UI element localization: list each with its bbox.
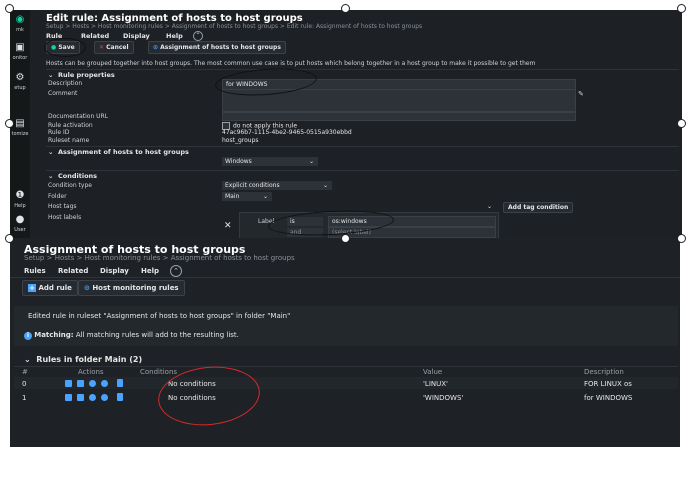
column-description: Description (584, 368, 624, 376)
help-icon: ❶ (15, 190, 25, 201)
menu-related[interactable]: Related (81, 32, 109, 40)
condition-type-label: Condition type (48, 182, 92, 189)
sidebar-item-help[interactable]: ❶ Help (10, 190, 30, 209)
customize-icon: ▤ (15, 118, 25, 129)
matching-info: i Matching: All matching rules will add … (24, 331, 239, 340)
section-rule-properties[interactable]: ⌄ Rule properties (48, 71, 115, 79)
close-icon: ✕ (99, 44, 105, 51)
selection-handle[interactable] (341, 234, 350, 243)
column-value: Value (423, 368, 443, 376)
section-assignment[interactable]: ⌄ Assignment of hosts to host groups (48, 148, 189, 156)
column-index: # (22, 368, 28, 376)
column-conditions: Conditions (140, 368, 178, 376)
selection-handle[interactable] (677, 234, 686, 243)
breadcrumb[interactable]: Setup > Hosts > Host monitoring rules > … (46, 23, 422, 30)
menu-help[interactable]: Help (166, 32, 183, 40)
divider (46, 69, 679, 70)
documentation-url-input[interactable] (222, 112, 576, 121)
clone-icon[interactable] (77, 380, 84, 387)
delete-icon[interactable] (117, 393, 123, 401)
section-conditions[interactable]: ⌄ Conditions (48, 172, 97, 180)
remove-label-icon[interactable]: ✕ (224, 221, 232, 231)
edit-icon[interactable] (65, 394, 72, 401)
toggle-icon[interactable] (101, 394, 108, 401)
menu-related[interactable]: Related (58, 267, 88, 275)
chevron-down-icon: ⌄ (322, 182, 328, 189)
folder-label: Folder (48, 193, 67, 200)
host-tags-label: Host tags (48, 203, 77, 210)
signature-icon[interactable]: ✎ (578, 90, 584, 98)
annotation-circle-save (44, 38, 86, 57)
monitor-icon: ▣ (15, 42, 25, 53)
chevron-down-icon: ⌄ (262, 193, 268, 200)
row-value: 'LINUX' (423, 380, 448, 388)
success-message: Edited rule in ruleset "Assignment of ho… (28, 312, 291, 320)
row-index: 0 (22, 380, 27, 388)
move-icon[interactable] (89, 380, 96, 387)
folder-select[interactable]: Main ⌄ (222, 192, 272, 201)
logo[interactable]: ◉ mk (10, 14, 30, 33)
documentation-url-label: Documentation URL (48, 113, 109, 120)
menu-collapse-icon[interactable]: ⌃ (193, 31, 203, 41)
table-row (14, 377, 678, 389)
host-monitoring-rules-button[interactable]: ⊙ Host monitoring rules (78, 280, 185, 296)
menu-collapse-icon[interactable]: ⌃ (170, 265, 182, 277)
menu-help[interactable]: Help (141, 267, 159, 275)
menu-rules[interactable]: Rules (24, 267, 46, 275)
menu-display[interactable]: Display (100, 267, 129, 275)
selection-handle[interactable] (677, 4, 686, 13)
description-label: Description (48, 80, 83, 87)
table-row (14, 391, 678, 403)
overview-breadcrumb[interactable]: Setup > Hosts > Host monitoring rules > … (24, 254, 295, 262)
selection-handle[interactable] (677, 119, 686, 128)
user-icon: ● (15, 214, 25, 225)
rule-id-label: Rule ID (48, 129, 70, 136)
heading-divider (14, 366, 678, 367)
folder-heading[interactable]: ⌄ Rules in folder Main (2) (24, 355, 142, 364)
gear-icon: ⚙ (15, 72, 25, 83)
move-icon[interactable] (89, 394, 96, 401)
assignment-link-button[interactable]: ⊙ Assignment of hosts to host groups (148, 41, 286, 54)
delete-icon[interactable] (117, 379, 123, 387)
cancel-button[interactable]: ✕ Cancel (94, 41, 134, 54)
row-description: for WINDOWS (584, 394, 633, 402)
ruleset-name-label: Ruleset name (48, 137, 90, 144)
menu-display[interactable]: Display (123, 32, 150, 40)
selection-handle[interactable] (5, 119, 14, 128)
sidebar-item-setup[interactable]: ⚙ etup (10, 72, 30, 91)
toolbar-divider (10, 277, 680, 278)
ruleset-name-value: host_groups (222, 137, 259, 144)
add-icon: + (28, 284, 36, 292)
host-group-select[interactable]: Windows ⌄ (222, 157, 318, 166)
condition-type-select[interactable]: Explicit conditions ⌄ (222, 181, 332, 190)
add-rule-button[interactable]: + Add rule (22, 280, 78, 296)
row-index: 1 (22, 394, 27, 402)
rule-id-value: 47ac96b7-1115-4be2-9465-0515a930ebbd (222, 129, 352, 136)
sidebar-item-user[interactable]: ● User (10, 214, 30, 233)
row-description: FOR LINUX os (584, 380, 632, 388)
host-labels-label: Host labels (48, 214, 82, 221)
selection-handle[interactable] (5, 4, 14, 13)
chevron-down-icon: ⌄ (308, 158, 314, 165)
add-tag-condition-button[interactable]: Add tag condition (503, 202, 574, 213)
edit-icon[interactable] (65, 380, 72, 387)
chevron-down-icon: ⌄ (486, 203, 492, 210)
divider (46, 146, 679, 147)
ruleset-icon: ⊙ (84, 284, 90, 292)
selection-handle[interactable] (5, 234, 14, 243)
intro-text: Hosts can be grouped together into host … (46, 60, 536, 67)
toggle-icon[interactable] (101, 380, 108, 387)
selection-handle[interactable] (341, 4, 350, 13)
ruleset-icon: ⊙ (153, 44, 159, 51)
rule-activation-label: Rule activation (48, 122, 93, 129)
comment-label: Comment (48, 90, 78, 97)
column-actions: Actions (78, 368, 104, 376)
info-icon: i (24, 332, 32, 340)
sidebar-item-monitor[interactable]: ▣ onitor (10, 42, 30, 61)
clone-icon[interactable] (77, 394, 84, 401)
checkmk-logo-icon: ◉ (15, 14, 25, 25)
row-value: 'WINDOWS' (423, 394, 464, 402)
divider (46, 170, 679, 171)
